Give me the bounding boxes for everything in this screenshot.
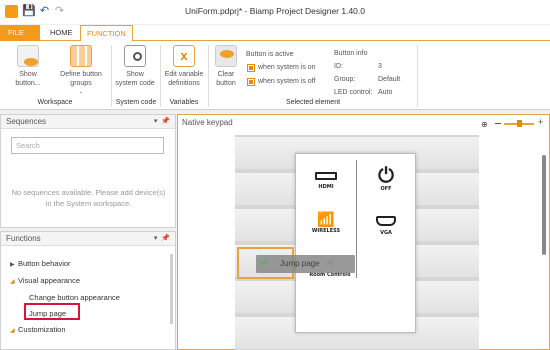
group-divider [417, 45, 418, 107]
zoom-slider-thumb[interactable] [517, 120, 522, 127]
show-button-label-2: button... [15, 80, 41, 87]
group-divider [160, 45, 161, 107]
zoom-in-icon[interactable]: + [538, 117, 543, 127]
group-variables: Variables [169, 99, 199, 106]
led-label: LED control: [334, 89, 373, 96]
checkmark-icon: ✔ [260, 257, 270, 269]
functions-header: Functions ▾ 📌 [1, 232, 175, 246]
grid-icon [70, 45, 92, 67]
show-button-command[interactable]: Show button... [8, 45, 48, 88]
clear-button-command[interactable]: Clear button [211, 45, 241, 88]
clear-label-1: Clear [217, 71, 235, 78]
clear-label-2: button [216, 80, 236, 87]
button-active-title: Button is active [246, 51, 294, 58]
group-label: Group: [334, 76, 356, 83]
tab-home[interactable]: HOME [44, 25, 79, 41]
group-workspace: Workspace [37, 99, 73, 106]
group-divider [208, 45, 209, 107]
lcd-vga[interactable]: VGA [364, 216, 408, 236]
hdmi-icon [315, 172, 337, 180]
clear-button-icon [215, 45, 237, 67]
id-label: ID: [334, 63, 343, 70]
lcd-off[interactable]: ⏻ OFF [364, 164, 408, 192]
function-change-button-appearance[interactable]: Change button appearance [29, 293, 120, 302]
functions-scrollbar[interactable] [170, 254, 173, 324]
group-divider [111, 45, 112, 107]
drag-label: Jump page [280, 259, 320, 268]
collapse-arrow-icon: ◢ [10, 328, 15, 334]
group-system-code: System code [115, 99, 157, 106]
edit-variable-label-1: Edit variable [164, 71, 204, 78]
sequences-pane: Sequences ▾ 📌 Search No sequences availa… [0, 114, 176, 228]
lcd-off-label: OFF [380, 186, 392, 192]
function-visual-appearance[interactable]: ◢ Visual appearance [10, 276, 80, 285]
led-value: Auto [378, 89, 393, 96]
lcd-wireless[interactable]: 📶 WIRELESS [304, 212, 348, 234]
title-bar: 💾 ↶ ↷ UniForm.pdprj* - Biamp Project Des… [0, 0, 550, 24]
ribbon: Show button... Define button groups ⌄ Wo… [0, 41, 550, 110]
zoom-out-icon[interactable] [495, 123, 501, 124]
lcd-hdmi[interactable]: HDMI [304, 172, 348, 190]
group-value: Default [378, 76, 401, 83]
edit-variable-definitions-command[interactable]: x Edit variable definitions [163, 45, 205, 88]
keypad-lcd-screen[interactable]: HDMI ⏻ OFF 📶 WIRELESS VGA ☝ Room Control… [295, 153, 416, 333]
when-off-label: when system is off [258, 78, 316, 85]
show-system-code-command[interactable]: Show system code [115, 45, 155, 88]
function-customization[interactable]: ◢ Customization [10, 325, 66, 334]
jump-page-highlight [24, 303, 80, 320]
ribbon-tabs: FILE HOME FUNCTION [0, 25, 550, 42]
lcd-hdmi-label: HDMI [318, 184, 334, 190]
drag-preview-jump-page: ✔ Jump page [256, 255, 355, 273]
wireless-icon: 📶 [317, 212, 335, 228]
functions-title: Functions [6, 234, 41, 243]
sequences-title: Sequences [6, 117, 47, 126]
tab-file[interactable]: FILE [0, 25, 40, 41]
chevron-down-icon: ⌄ [78, 89, 84, 95]
id-value: 3 [378, 63, 382, 70]
button-info-title: Button info [334, 50, 368, 57]
show-code-label-2: system code [115, 80, 155, 87]
crosshair-icon[interactable]: ⊕ [481, 120, 488, 129]
lcd-wireless-label: WIRELESS [311, 228, 341, 234]
show-button-label-1: Show [19, 71, 37, 78]
show-code-label-1: Show [126, 71, 144, 78]
canvas-title: Native keypad [182, 118, 233, 127]
when-off-checkbox[interactable] [247, 78, 255, 86]
define-groups-label-2: groups [70, 80, 92, 87]
function-button-behavior[interactable]: ▶ Button behavior [10, 259, 71, 268]
tab-function[interactable]: FUNCTION [80, 25, 133, 42]
sequences-empty-message: No sequences available. Please add devic… [11, 188, 166, 208]
sequences-search-input[interactable]: Search [11, 137, 164, 154]
define-groups-label-1: Define button [60, 71, 102, 78]
define-button-groups-command[interactable]: Define button groups ⌄ [56, 45, 106, 97]
when-on-checkbox[interactable] [247, 64, 255, 72]
window-title: UniForm.pdprj* - Biamp Project Designer … [185, 6, 365, 16]
function-label: Visual appearance [18, 276, 80, 285]
pane-tools[interactable]: ▾ 📌 [154, 232, 170, 246]
variable-x-icon: x [173, 45, 195, 67]
keypad-orange-icon [17, 45, 39, 67]
vga-icon [376, 216, 396, 226]
native-keypad-panel: Native keypad ⊕ + HDMI ⏻ OFF 📶 WIRELESS … [177, 114, 550, 350]
group-selected-element: Selected element [285, 99, 341, 106]
expand-arrow-icon: ▶ [10, 262, 15, 268]
collapse-arrow-icon: ◢ [10, 279, 15, 285]
sequences-header: Sequences ▾ 📌 [1, 115, 175, 129]
function-label: Button behavior [18, 259, 71, 268]
canvas-scrollbar[interactable] [542, 155, 546, 255]
edit-variable-label-2: definitions [168, 80, 200, 87]
lcd-vga-label: VGA [380, 230, 392, 236]
power-icon: ⏻ [378, 163, 394, 187]
function-label: Customization [18, 325, 66, 334]
pane-tools[interactable]: ▾ 📌 [154, 115, 170, 129]
when-on-label: when system is on [258, 64, 316, 71]
code-search-icon [124, 45, 146, 67]
